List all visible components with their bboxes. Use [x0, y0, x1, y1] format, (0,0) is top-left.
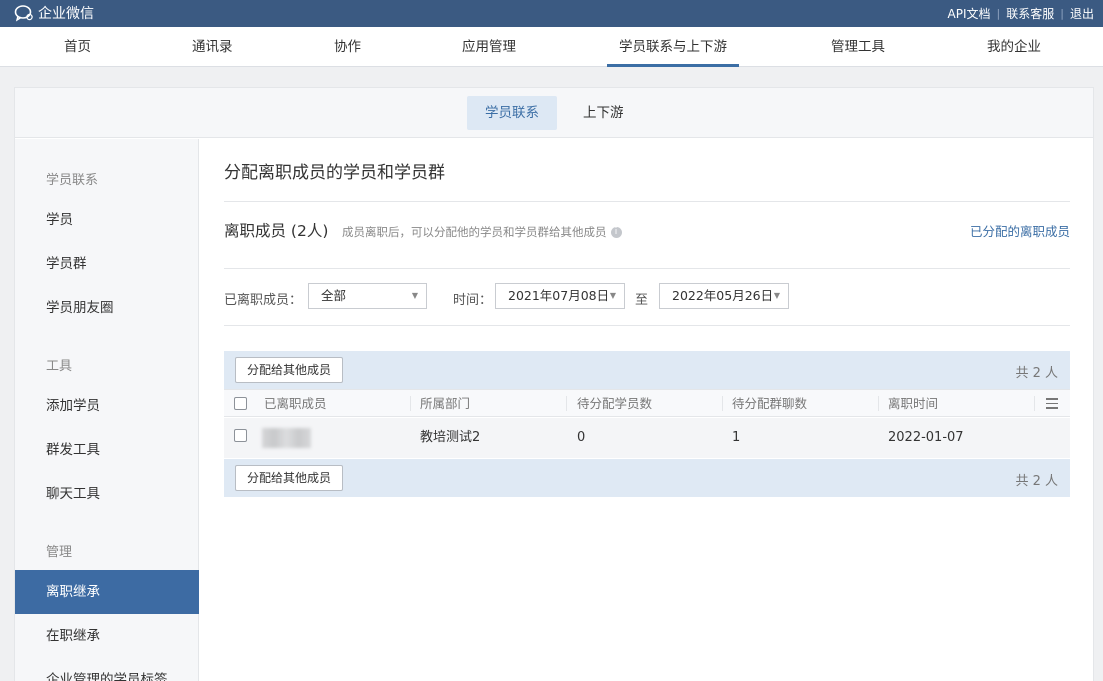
section-title: 离职成员 (2人) [224, 222, 329, 240]
total-count: 共 2 人 [1015, 366, 1058, 381]
main-nav: 首页 通讯录 协作 应用管理 学员联系与上下游 管理工具 我的企业 [0, 27, 1103, 67]
end-date-value: 2022年05月26日 [672, 288, 774, 303]
start-date-value: 2021年07月08日 [508, 288, 610, 303]
column-separator [878, 396, 879, 411]
tab-customer-contact[interactable]: 学员联系 [467, 96, 557, 130]
nav-app-management[interactable]: 应用管理 [462, 27, 516, 67]
start-date-picker[interactable]: 2021年07月08日 ▼ [495, 283, 625, 309]
api-docs-link[interactable]: API文档 [948, 5, 991, 22]
column-header-pending-customers[interactable]: 待分配学员数 [577, 390, 652, 417]
nav-home[interactable]: 首页 [64, 27, 91, 67]
time-filter-label: 时间： [453, 293, 493, 308]
sidebar-item-add-customer[interactable]: 添加学员 [15, 384, 199, 428]
table-header: 已离职成员 所属部门 待分配学员数 待分配群聊数 离职时间 [224, 389, 1070, 417]
table-footer-toolbar: 分配给其他成员 共 2 人 [224, 459, 1070, 497]
top-links: API文档 | 联系客服 | 退出 [948, 0, 1094, 27]
app-name: 企业微信 [38, 6, 94, 22]
wecom-chat-icon [14, 5, 33, 22]
divider [224, 268, 1070, 269]
column-header-member[interactable]: 已离职成员 [264, 390, 327, 417]
page-title: 分配离职成员的学员和学员群 [224, 163, 445, 183]
table-row[interactable]: 教培测试2 0 1 2022-01-07 [224, 418, 1070, 458]
nav-contacts[interactable]: 通讯录 [192, 27, 233, 67]
table-toolbar: 分配给其他成员 共 2 人 [224, 351, 1070, 389]
assigned-members-link[interactable]: 已分配的离职成员 [970, 221, 1070, 240]
column-header-department[interactable]: 所属部门 [420, 390, 470, 417]
end-date-picker[interactable]: 2022年05月26日 ▼ [659, 283, 789, 309]
cell-department: 教培测试2 [420, 430, 481, 445]
select-all-checkbox[interactable] [234, 397, 247, 410]
sidebar-section-title: 学员联系 [46, 173, 99, 188]
sidebar-section-title: 工具 [46, 359, 73, 374]
section-desc-text: 成员离职后，可以分配他的学员和学员群给其他成员 [342, 225, 607, 239]
cell-pending-customers: 0 [577, 430, 586, 445]
caret-down-icon: ▼ [609, 291, 616, 300]
sidebar: 学员联系 学员 学员群 学员朋友圈 工具 添加学员 群发工具 聊天工具 管理 离… [15, 139, 199, 681]
main-card: 学员联系 上下游 学员联系 学员 学员群 学员朋友圈 工具 添加学员 群发工具 … [14, 87, 1094, 681]
assign-to-others-button[interactable]: 分配给其他成员 [235, 465, 344, 491]
sidebar-item-customer-tags[interactable]: 企业管理的学员标签 [15, 658, 199, 681]
column-separator [722, 396, 723, 411]
nav-my-enterprise[interactable]: 我的企业 [987, 27, 1041, 67]
column-header-leave-time[interactable]: 离职时间 [888, 390, 938, 417]
nav-management-tools[interactable]: 管理工具 [831, 27, 885, 67]
to-label: 至 [635, 293, 649, 308]
member-select-value: 全部 [321, 288, 347, 303]
logout-link[interactable]: 退出 [1070, 5, 1094, 22]
separator: | [996, 7, 1001, 20]
sidebar-section-title: 管理 [46, 545, 73, 560]
app-logo[interactable]: 企业微信 [14, 3, 94, 23]
caret-down-icon: ▼ [411, 291, 418, 300]
nav-customer-contact[interactable]: 学员联系与上下游 [607, 27, 739, 67]
assign-to-others-button[interactable]: 分配给其他成员 [235, 357, 344, 383]
member-name-blurred [262, 428, 311, 448]
sidebar-item-customer-groups[interactable]: 学员群 [15, 242, 199, 286]
member-filter-label: 已离职成员： [224, 293, 303, 308]
cell-pending-groups: 1 [732, 430, 741, 445]
sidebar-item-resigned-transfer[interactable]: 离职继承 [15, 570, 199, 614]
column-separator [410, 396, 411, 411]
sidebar-item-broadcast-tool[interactable]: 群发工具 [15, 428, 199, 472]
separator: | [1060, 7, 1064, 20]
sidebar-item-moments[interactable]: 学员朋友圈 [15, 286, 199, 330]
sidebar-item-chat-tool[interactable]: 聊天工具 [15, 472, 199, 516]
column-header-pending-groups[interactable]: 待分配群聊数 [732, 390, 807, 417]
section-description: 成员离职后，可以分配他的学员和学员群给其他成员 i [342, 224, 622, 240]
sidebar-item-customers[interactable]: 学员 [15, 198, 199, 242]
row-checkbox[interactable] [234, 429, 247, 442]
column-separator [566, 396, 567, 411]
divider [224, 201, 1070, 202]
nav-collaboration[interactable]: 协作 [334, 27, 361, 67]
column-settings-icon[interactable] [1046, 398, 1058, 409]
column-separator [1034, 396, 1035, 411]
member-select[interactable]: 全部 ▼ [308, 283, 427, 309]
sub-tabs: 学员联系 上下游 [15, 88, 1093, 138]
tab-upstream-downstream[interactable]: 上下游 [565, 96, 642, 130]
cell-leave-time: 2022-01-07 [888, 430, 964, 445]
top-bar: 企业微信 API文档 | 联系客服 | 退出 [0, 0, 1103, 27]
contact-service-link[interactable]: 联系客服 [1006, 5, 1054, 22]
sidebar-item-active-transfer[interactable]: 在职继承 [15, 614, 199, 658]
total-count: 共 2 人 [1015, 474, 1058, 489]
caret-down-icon: ▼ [773, 291, 780, 300]
divider [224, 325, 1070, 326]
info-icon[interactable]: i [610, 226, 622, 238]
